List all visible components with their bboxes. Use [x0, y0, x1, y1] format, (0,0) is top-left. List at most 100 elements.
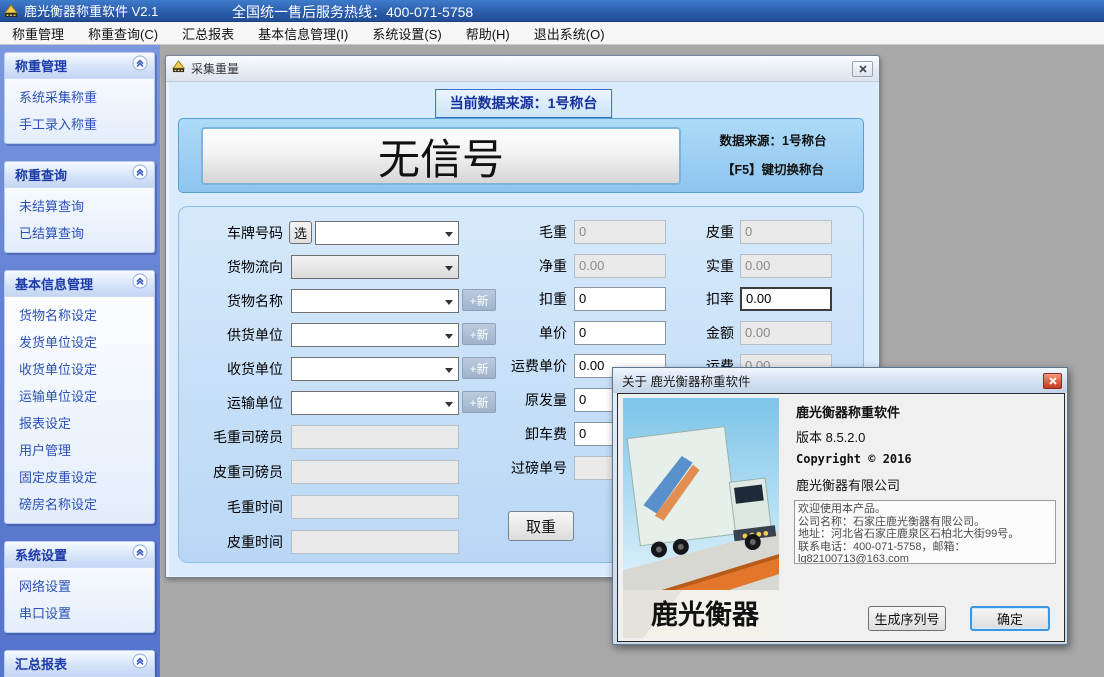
info-line: 联系电话：400-071-5758，邮箱：	[798, 541, 1052, 554]
cargo-combo[interactable]	[291, 289, 459, 313]
sidebar-section-header[interactable]: 基本信息管理	[5, 271, 154, 297]
menu-weigh-query[interactable]: 称重查询(C)	[76, 22, 170, 45]
gross-operator-field	[291, 425, 459, 449]
price-label: 单价	[477, 321, 567, 345]
sidebar-item-fixed-tare[interactable]: 固定皮重设定	[5, 463, 154, 490]
capture-window-titlebar[interactable]: 采集重量	[166, 56, 879, 82]
source-line: 数据来源：1号称台	[687, 130, 859, 149]
flow-combo[interactable]	[291, 255, 459, 279]
freight-price-label: 运费单价	[477, 354, 567, 378]
about-dialog-titlebar[interactable]: 关于 鹿光衡器称重软件	[613, 368, 1067, 393]
sidebar-item-system-capture[interactable]: 系统采集称重	[5, 83, 154, 110]
menu-weigh-manage[interactable]: 称重管理	[0, 22, 76, 45]
sidebar-item-settled-query[interactable]: 已结算查询	[5, 219, 154, 246]
app-title: 鹿光衡器称重软件 V2.1	[24, 1, 158, 20]
switch-scale-hint: 【F5】键切换称台	[687, 159, 859, 178]
sidebar-section-title: 称重管理	[15, 56, 67, 75]
origin-label: 原发量	[477, 388, 567, 412]
generate-serial-button[interactable]: 生成序列号	[868, 606, 946, 631]
take-weight-button[interactable]: 取重	[508, 511, 574, 541]
tare-operator-label: 皮重司磅员	[179, 460, 283, 484]
tare-time-field	[291, 530, 459, 554]
close-icon[interactable]	[1043, 373, 1062, 389]
main-titlebar: 鹿光衡器称重软件 V2.1 全国统一售后服务热线：400-071-5758	[0, 0, 1104, 22]
sidebar-item-cargo-name[interactable]: 货物名称设定	[5, 301, 154, 328]
rate-label: 扣率	[672, 287, 734, 311]
sidebar-section-title: 称重查询	[15, 165, 67, 184]
menu-basic-info[interactable]: 基本信息管理(I)	[246, 22, 360, 45]
weight-display: 无信号	[201, 127, 681, 185]
product-name: 鹿光衡器称重软件	[796, 402, 900, 421]
amount-label: 金额	[672, 321, 734, 345]
net-field: 0.00	[574, 254, 666, 278]
unload-fee-label: 卸车费	[477, 422, 567, 446]
sidebar-item-scale-house[interactable]: 磅房名称设定	[5, 490, 154, 517]
collapse-chevron-icon[interactable]	[132, 55, 148, 76]
sidebar-item-user-manage[interactable]: 用户管理	[5, 436, 154, 463]
receiver-combo[interactable]	[291, 357, 459, 381]
price-field[interactable]: 0	[574, 321, 666, 345]
collapse-chevron-icon[interactable]	[132, 273, 148, 294]
data-source-banner: 当前数据来源：1号称台	[435, 89, 613, 118]
transport-combo[interactable]	[291, 391, 459, 415]
chevron-down-icon	[445, 334, 453, 339]
plate-combo[interactable]	[315, 221, 459, 245]
sidebar-item-transport[interactable]: 运输单位设定	[5, 382, 154, 409]
hotline-text: 全国统一售后服务热线：400-071-5758	[232, 2, 473, 22]
ok-button[interactable]: 确定	[970, 606, 1050, 631]
plate-label: 车牌号码	[179, 221, 283, 245]
info-line: lg82100713@163.com	[798, 553, 1052, 564]
sidebar-item-serial-settings[interactable]: 串口设置	[5, 599, 154, 626]
chevron-down-icon	[445, 232, 453, 237]
sidebar-item-unsettled-query[interactable]: 未结算查询	[5, 192, 154, 219]
menu-help[interactable]: 帮助(H)	[454, 22, 522, 45]
sidebar-item-shipper[interactable]: 发货单位设定	[5, 328, 154, 355]
chevron-down-icon	[445, 402, 453, 407]
window-logo-icon	[172, 60, 186, 78]
sidebar-item-manual-entry[interactable]: 手工录入称重	[5, 110, 154, 137]
cargo-label: 货物名称	[179, 289, 283, 313]
chevron-down-icon	[445, 368, 453, 373]
about-dialog: 关于 鹿光衡器称重软件	[612, 367, 1068, 645]
info-line: 欢迎使用本产品。	[798, 503, 1052, 516]
menu-exit[interactable]: 退出系统(O)	[522, 22, 617, 45]
flow-label: 货物流向	[179, 255, 283, 279]
sidebar: 称重管理 系统采集称重 手工录入称重 称重查询 未结算查询 已结算查询 基本信息…	[0, 45, 160, 677]
collapse-chevron-icon[interactable]	[132, 544, 148, 565]
deduct-field[interactable]: 0	[574, 287, 666, 311]
sidebar-section-basic-info: 基本信息管理 货物名称设定 发货单位设定 收货单位设定 运输单位设定 报表设定 …	[4, 270, 155, 524]
sidebar-item-report-setting[interactable]: 报表设定	[5, 409, 154, 436]
about-dialog-content: 鹿光衡器 鹿光衡器称重软件 版本 8.5.2.0 Copyright © 201…	[617, 393, 1065, 642]
close-icon[interactable]	[852, 61, 873, 77]
gross-operator-label: 毛重司磅员	[179, 425, 283, 449]
amount-field: 0.00	[740, 321, 832, 345]
collapse-chevron-icon[interactable]	[132, 653, 148, 674]
tare-field: 0	[740, 220, 832, 244]
ticket-label: 过磅单号	[477, 456, 567, 480]
sidebar-section-header[interactable]: 称重查询	[5, 162, 154, 188]
menu-system-settings[interactable]: 系统设置(S)	[360, 22, 453, 45]
company-info-box: 欢迎使用本产品。 公司名称：石家庄鹿光衡器有限公司。 地址：河北省石家庄鹿泉区石…	[794, 500, 1056, 564]
sidebar-section-header[interactable]: 称重管理	[5, 53, 154, 79]
info-line: 公司名称：石家庄鹿光衡器有限公司。	[798, 516, 1052, 529]
rate-field[interactable]: 0.00	[740, 287, 832, 311]
sidebar-section-weigh-manage: 称重管理 系统采集称重 手工录入称重	[4, 52, 155, 144]
menu-summary-report[interactable]: 汇总报表	[170, 22, 246, 45]
transport-label: 运输单位	[179, 391, 283, 415]
about-dialog-title: 关于 鹿光衡器称重软件	[622, 371, 1043, 390]
chevron-down-icon	[445, 300, 453, 305]
actual-label: 实重	[672, 254, 734, 278]
sidebar-section-title: 汇总报表	[15, 654, 67, 673]
sidebar-item-network-settings[interactable]: 网络设置	[5, 572, 154, 599]
sidebar-section-header[interactable]: 汇总报表	[5, 651, 154, 677]
sidebar-item-receiver[interactable]: 收货单位设定	[5, 355, 154, 382]
sidebar-section-title: 基本信息管理	[15, 274, 93, 293]
sidebar-section-header[interactable]: 系统设置	[5, 542, 154, 568]
supplier-combo[interactable]	[291, 323, 459, 347]
plate-select-button[interactable]: 选	[289, 221, 312, 244]
tare-operator-field	[291, 460, 459, 484]
sidebar-section-weigh-query: 称重查询 未结算查询 已结算查询	[4, 161, 155, 253]
receiver-label: 收货单位	[179, 357, 283, 381]
source-info: 数据来源：1号称台 【F5】键切换称台	[687, 130, 859, 188]
collapse-chevron-icon[interactable]	[132, 164, 148, 185]
